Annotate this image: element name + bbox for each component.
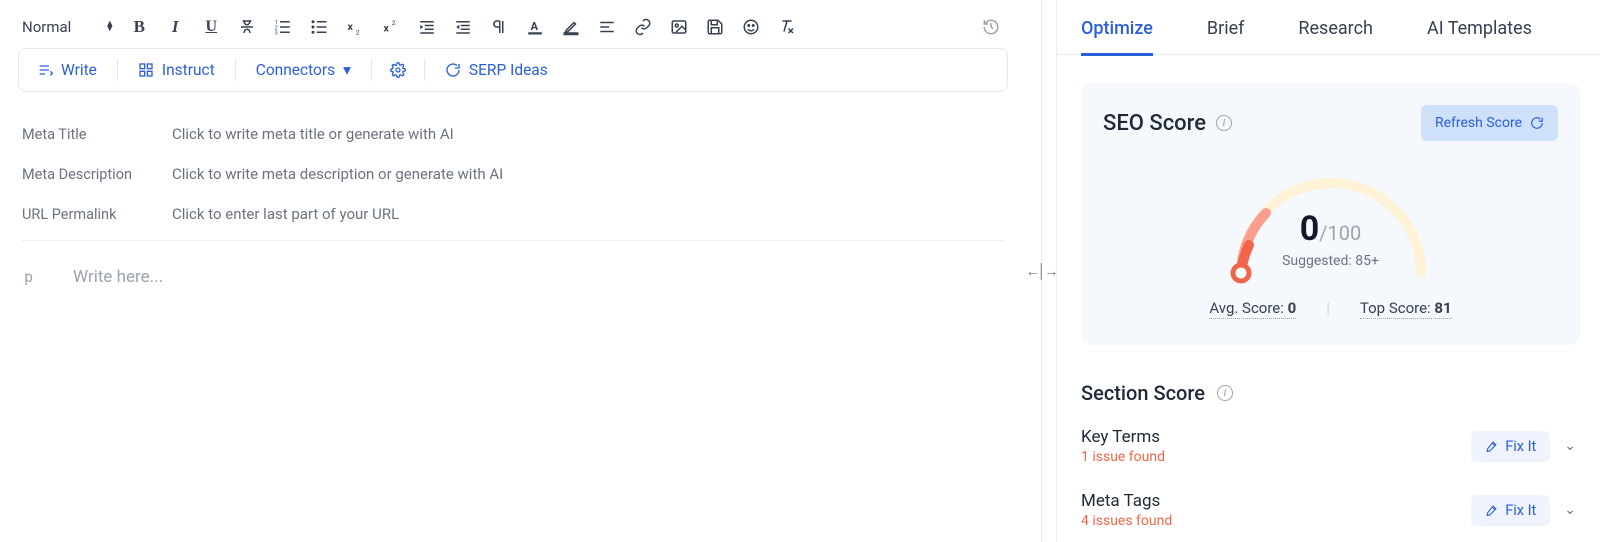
italic-icon[interactable]: I [164, 16, 186, 38]
section-item-key-terms: Key Terms 1 issue found Fix It ⌄ [1057, 413, 1600, 469]
instruct-label: Instruct [162, 61, 215, 79]
tab-research[interactable]: Research [1298, 18, 1373, 54]
text-color-icon[interactable]: A [524, 16, 546, 38]
seo-gauge: 0/100 Suggested: 85+ Avg. Score: 0 | Top… [1103, 163, 1558, 319]
emoji-icon[interactable] [740, 16, 762, 38]
fix-it-button[interactable]: Fix It [1471, 495, 1550, 526]
sort-icon: ▲▼ [105, 22, 114, 32]
section-item-name: Key Terms [1081, 427, 1165, 447]
editor-pane: Normal ▲▼ B I U 123 x2 x2 [0, 0, 1026, 542]
avg-score: Avg. Score: 0 [1209, 299, 1296, 319]
refresh-score-label: Refresh Score [1435, 115, 1522, 131]
text-direction-icon[interactable] [488, 16, 510, 38]
wand-icon [1485, 504, 1498, 517]
top-score: Top Score: 81 [1360, 299, 1452, 319]
highlight-icon[interactable] [560, 16, 582, 38]
seo-score-value: 0 [1300, 209, 1320, 249]
subscript-icon[interactable]: x2 [344, 16, 366, 38]
section-item-issues: 1 issue found [1081, 449, 1165, 465]
chevron-down-icon[interactable]: ⌄ [1564, 438, 1576, 454]
ordered-list-icon[interactable]: 123 [272, 16, 294, 38]
score-footer: Avg. Score: 0 | Top Score: 81 [1209, 299, 1451, 319]
gear-icon [390, 62, 406, 78]
paragraph-format-label: Normal [22, 18, 71, 36]
tab-ai-templates[interactable]: AI Templates [1427, 18, 1532, 54]
indent-icon[interactable] [452, 16, 474, 38]
history-icon[interactable] [980, 16, 1002, 38]
serp-label: SERP Ideas [469, 61, 548, 79]
fix-it-button[interactable]: Fix It [1471, 431, 1550, 462]
instruct-button[interactable]: Instruct [118, 61, 235, 79]
info-icon[interactable]: i [1217, 385, 1233, 401]
tab-optimize[interactable]: Optimize [1081, 18, 1153, 56]
element-tag-indicator: p [22, 268, 33, 286]
ai-action-bar: Write Instruct Connectors ▾ SERP Ideas [18, 48, 1008, 92]
format-toolbar: Normal ▲▼ B I U 123 x2 x2 [18, 12, 1008, 48]
meta-url-input[interactable]: Click to enter last part of your URL [172, 205, 399, 223]
write-label: Write [61, 61, 97, 79]
meta-fields: Meta Title Click to write meta title or … [18, 92, 1008, 287]
section-item-issues: 4 issues found [1081, 513, 1172, 529]
clear-format-icon[interactable] [776, 16, 798, 38]
connectors-button[interactable]: Connectors ▾ [236, 61, 371, 79]
settings-button[interactable] [372, 62, 424, 78]
svg-text:2: 2 [392, 19, 396, 27]
svg-text:A: A [531, 20, 539, 33]
svg-text:2: 2 [356, 29, 360, 37]
serp-ideas-button[interactable]: SERP Ideas [425, 61, 568, 79]
section-score-title: Section Score [1081, 381, 1205, 405]
seo-score-title-text: SEO Score [1103, 111, 1206, 136]
section-score-heading: Section Score i [1057, 345, 1600, 413]
seo-suggested: Suggested: 85+ [1221, 253, 1441, 269]
write-button[interactable]: Write [33, 61, 117, 79]
connectors-label: Connectors [256, 61, 335, 79]
meta-desc-input[interactable]: Click to write meta description or gener… [172, 165, 503, 183]
editor-body: p Write here... [22, 241, 1004, 287]
pane-resize-handle[interactable]: ←│→ [1026, 0, 1056, 542]
fix-it-label: Fix It [1505, 502, 1536, 519]
section-item-meta-tags: Meta Tags 4 issues found Fix It ⌄ [1057, 469, 1600, 533]
link-icon[interactable] [632, 16, 654, 38]
strikethrough-icon[interactable] [236, 16, 258, 38]
meta-url-label: URL Permalink [22, 206, 172, 223]
wand-icon [1485, 440, 1498, 453]
content-editor[interactable]: Write here... [73, 267, 163, 287]
section-item-name: Meta Tags [1081, 491, 1172, 511]
meta-url-row: URL Permalink Click to enter last part o… [22, 194, 1004, 234]
meta-title-label: Meta Title [22, 126, 172, 143]
seo-score-card: SEO Score i Refresh Score 0/100 [1081, 83, 1580, 345]
refresh-score-button[interactable]: Refresh Score [1421, 105, 1558, 141]
svg-text:x: x [348, 20, 354, 33]
superscript-icon[interactable]: x2 [380, 16, 402, 38]
side-tabs: Optimize Brief Research AI Templates [1057, 10, 1600, 55]
meta-title-row: Meta Title Click to write meta title or … [22, 114, 1004, 154]
meta-desc-row: Meta Description Click to write meta des… [22, 154, 1004, 194]
info-icon[interactable]: i [1216, 115, 1232, 131]
refresh-icon [1530, 116, 1544, 130]
seo-score-title: SEO Score i [1103, 111, 1232, 136]
bold-icon[interactable]: B [128, 16, 150, 38]
image-icon[interactable] [668, 16, 690, 38]
fix-it-label: Fix It [1505, 438, 1536, 455]
meta-title-input[interactable]: Click to write meta title or generate wi… [172, 125, 454, 143]
unordered-list-icon[interactable] [308, 16, 330, 38]
svg-text:x: x [384, 22, 390, 35]
resize-icon: ←│→ [1026, 263, 1057, 280]
meta-desc-label: Meta Description [22, 166, 172, 183]
underline-icon[interactable]: U [200, 16, 222, 38]
paragraph-format-select[interactable]: Normal ▲▼ [22, 18, 114, 36]
side-panel: Optimize Brief Research AI Templates SEO… [1056, 0, 1600, 542]
outdent-icon[interactable] [416, 16, 438, 38]
separator: | [1326, 299, 1330, 319]
chevron-down-icon[interactable]: ⌄ [1564, 502, 1576, 518]
tab-brief[interactable]: Brief [1207, 18, 1245, 54]
svg-text:3: 3 [275, 31, 278, 37]
save-icon[interactable] [704, 16, 726, 38]
seo-score-denom: /100 [1319, 221, 1361, 245]
align-icon[interactable] [596, 16, 618, 38]
chevron-down-icon: ▾ [343, 61, 351, 79]
